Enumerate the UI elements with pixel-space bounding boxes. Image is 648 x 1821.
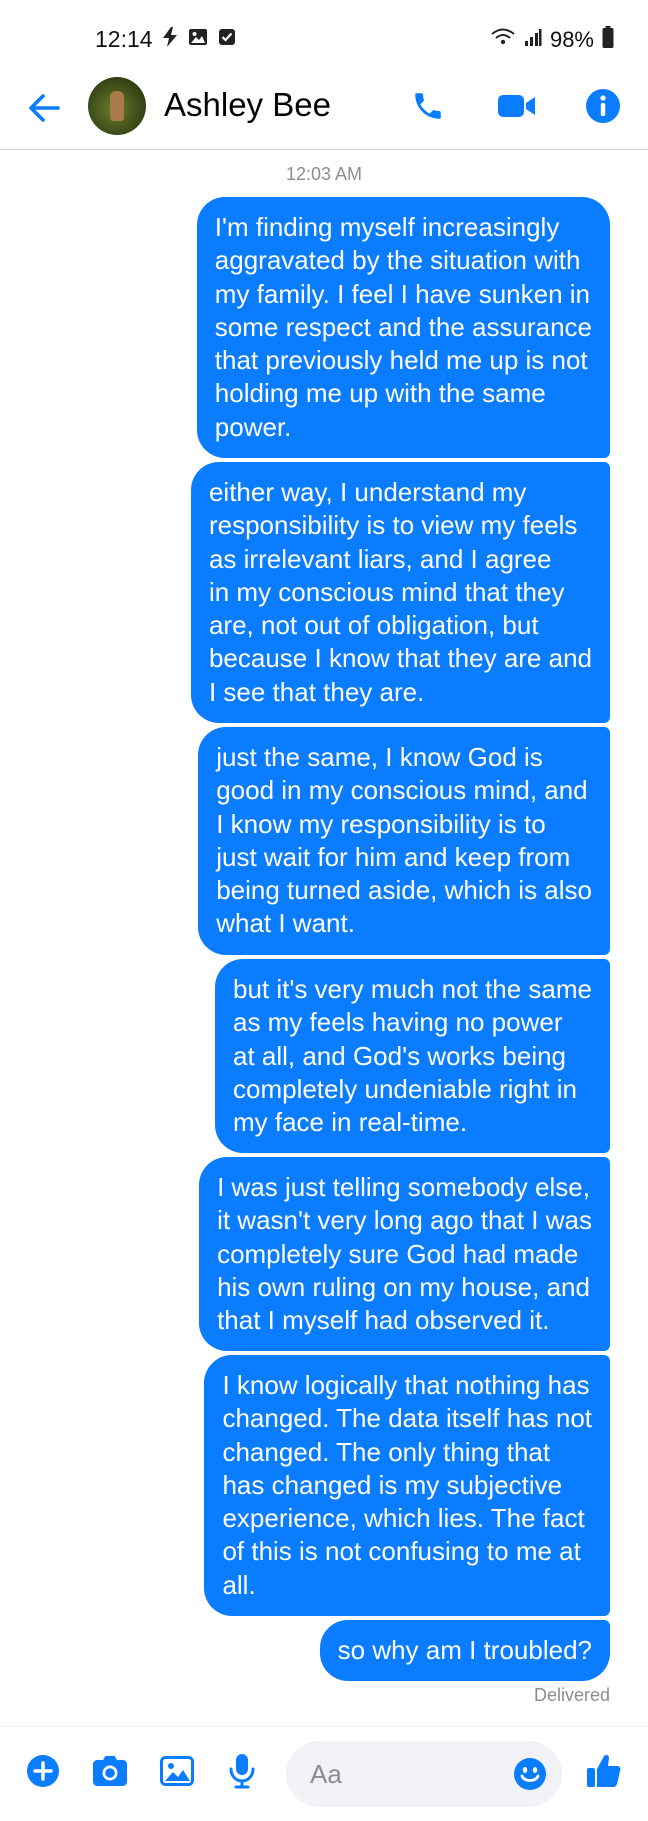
like-button[interactable] bbox=[582, 1749, 626, 1793]
voice-message-button[interactable] bbox=[220, 1749, 264, 1793]
battery-percent: 98% bbox=[549, 27, 594, 52]
battery-icon bbox=[602, 26, 614, 54]
video-camera-icon bbox=[498, 95, 535, 117]
message-bubble[interactable]: either way, I understand my responsibili… bbox=[190, 462, 610, 724]
status-time: 12:14 bbox=[95, 26, 153, 52]
phone-icon bbox=[415, 93, 441, 119]
emoji-button[interactable] bbox=[508, 1752, 552, 1796]
message-bubble[interactable]: I was just telling somebody else, it was… bbox=[199, 1157, 610, 1352]
message-bubble[interactable]: so why am I troubled? bbox=[319, 1620, 610, 1682]
plus-circle-icon bbox=[27, 1755, 59, 1787]
message-list[interactable]: 12:03 AM I'm finding myself increasingly… bbox=[0, 151, 648, 1726]
message-bubble[interactable]: but it's very much not the same as my fe… bbox=[214, 959, 610, 1154]
message-bubble[interactable]: I know logically that nothing has change… bbox=[204, 1355, 610, 1617]
check-box-icon bbox=[218, 28, 236, 51]
bolt-icon bbox=[162, 27, 178, 52]
back-button[interactable] bbox=[24, 88, 64, 128]
status-bar: 12:14 98% bbox=[0, 0, 648, 72]
arrow-left-icon bbox=[29, 94, 60, 122]
gallery-button[interactable] bbox=[155, 1749, 199, 1793]
thumbs-up-icon bbox=[587, 1754, 621, 1787]
message-bubble[interactable]: just the same, I know God is good in my … bbox=[198, 727, 610, 955]
wifi-icon bbox=[490, 27, 516, 53]
more-actions-button[interactable] bbox=[21, 1749, 65, 1793]
info-button[interactable] bbox=[581, 84, 625, 128]
video-call-button[interactable] bbox=[495, 84, 539, 128]
info-icon bbox=[586, 89, 620, 123]
contact-name[interactable]: Ashley Bee bbox=[164, 86, 331, 124]
message-bubble[interactable]: I'm finding myself increasingly aggravat… bbox=[196, 197, 610, 459]
status-icons-left bbox=[162, 27, 236, 52]
signal-icon bbox=[524, 27, 542, 53]
message-box bbox=[286, 1741, 562, 1807]
audio-call-button[interactable] bbox=[406, 84, 450, 128]
chat-header: Ashley Bee bbox=[0, 72, 648, 150]
microphone-icon bbox=[229, 1754, 255, 1789]
message-timestamp: 12:03 AM bbox=[285, 164, 363, 184]
camera-button[interactable] bbox=[88, 1749, 132, 1793]
message-input[interactable] bbox=[310, 1741, 490, 1807]
smiley-icon bbox=[514, 1758, 546, 1790]
delivery-status: Delivered bbox=[533, 1685, 610, 1705]
image-icon bbox=[160, 1756, 194, 1786]
composer-bar bbox=[0, 1726, 648, 1821]
status-right: 98% bbox=[490, 26, 614, 54]
image-icon bbox=[188, 28, 208, 51]
avatar[interactable] bbox=[88, 77, 146, 135]
camera-icon bbox=[93, 1756, 127, 1786]
